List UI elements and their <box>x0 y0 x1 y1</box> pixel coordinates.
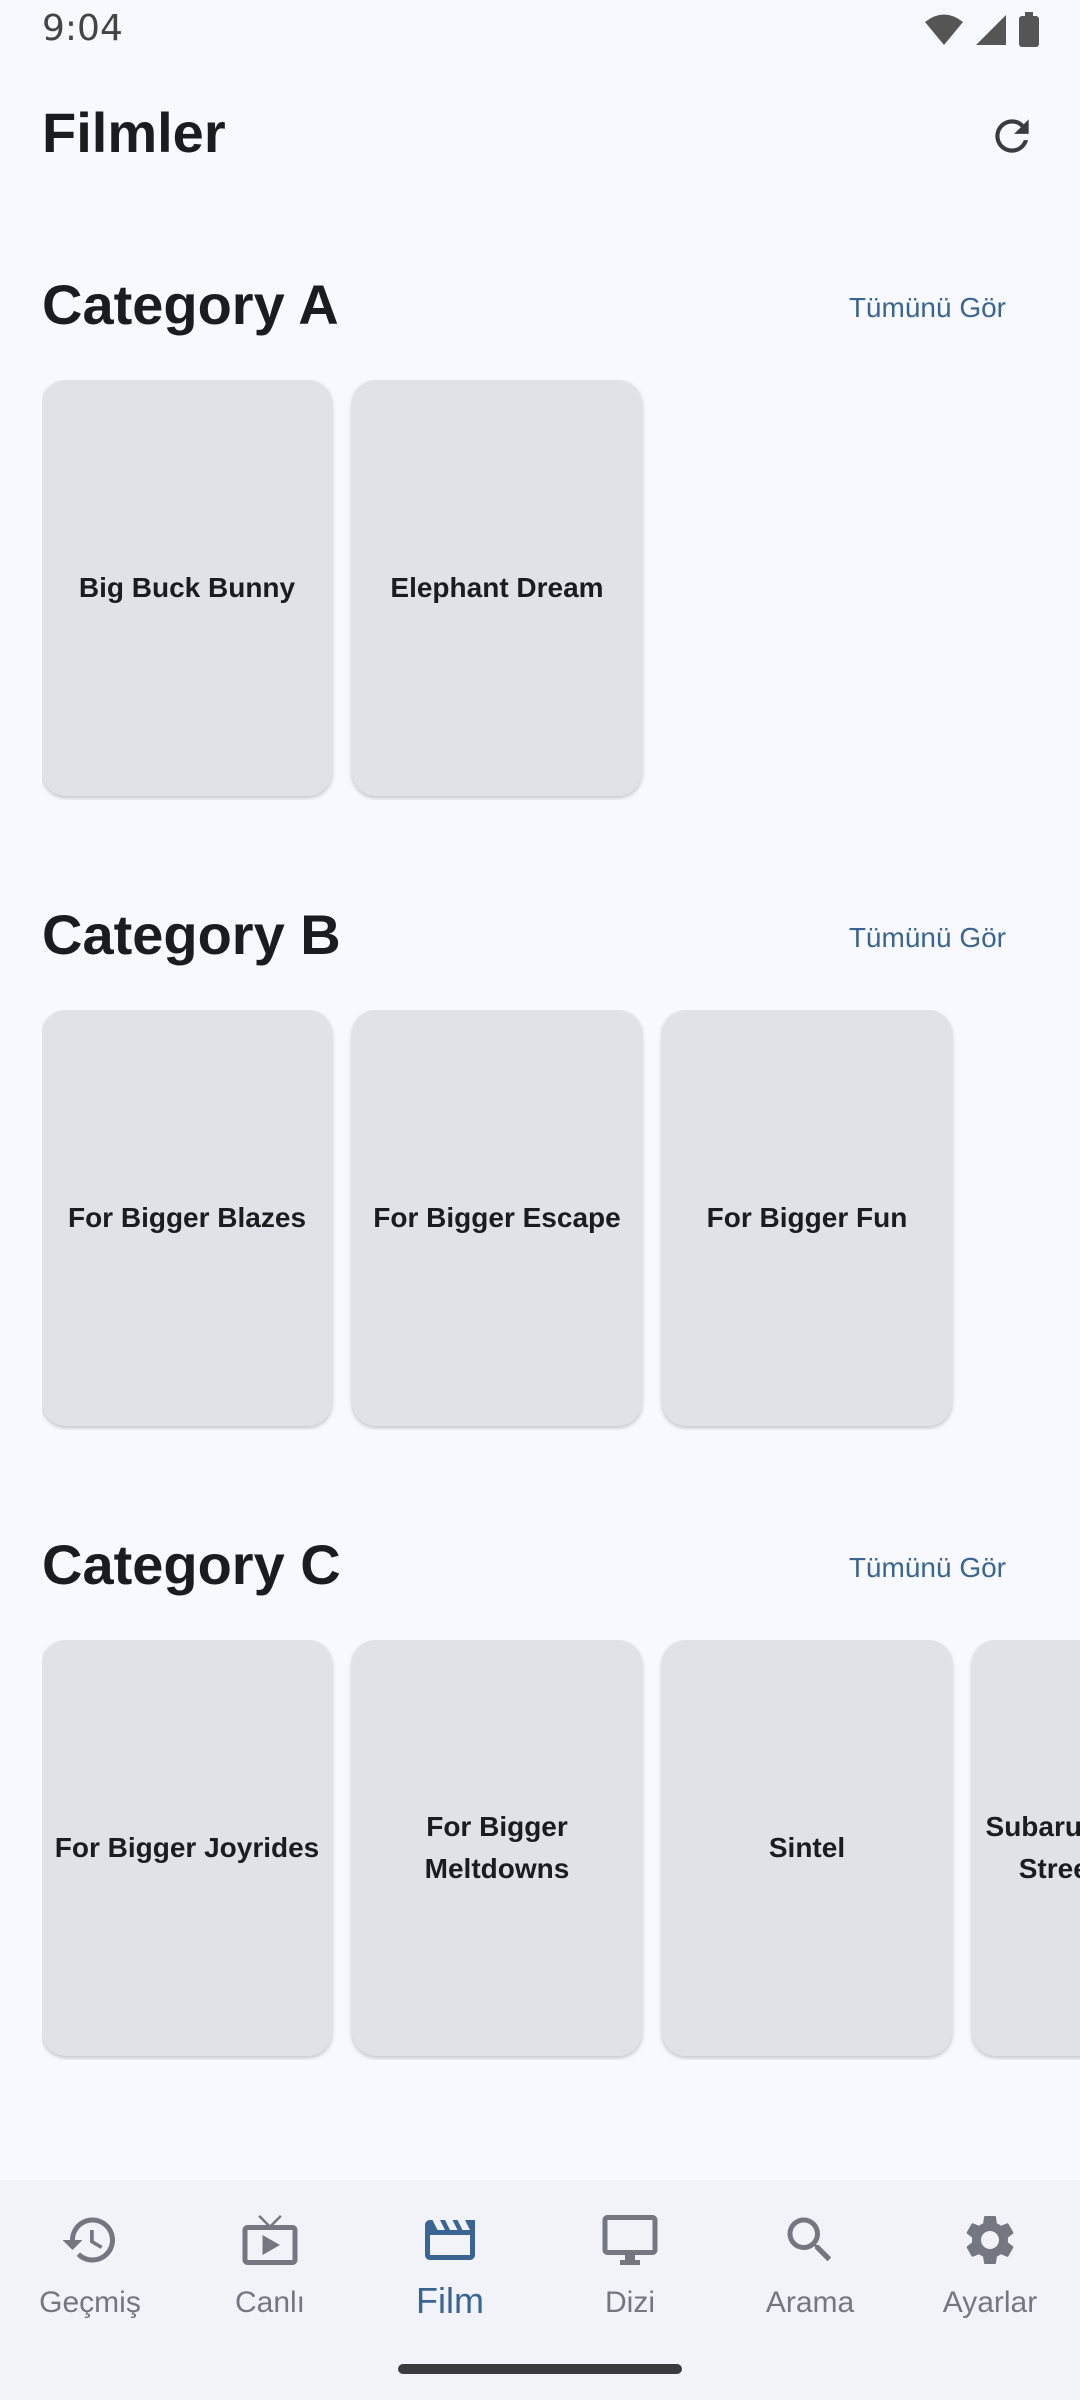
movie-card[interactable]: For Bigger Escape <box>352 1010 642 1426</box>
status-bar: 9:04 <box>0 0 1080 62</box>
category-section: Category C Tümünü Gör For Bigger Joyride… <box>0 1532 1080 2072</box>
movie-card[interactable]: Big Buck Bunny <box>42 380 332 796</box>
section-title: Category C <box>42 1533 341 1596</box>
search-icon <box>780 2210 840 2270</box>
category-section: Category A Tümünü Gör Big Buck Bunny Ele… <box>0 272 1080 812</box>
movie-icon <box>420 2210 480 2270</box>
nav-label: Geçmiş <box>39 2286 141 2319</box>
card-row: Big Buck Bunny Elephant Dream <box>42 380 1080 800</box>
nav-label: Film <box>416 2280 484 2321</box>
history-icon <box>60 2210 120 2270</box>
nav-label: Dizi <box>605 2286 655 2319</box>
movie-title: Sintel <box>768 1832 846 1863</box>
nav-item-history[interactable]: Geçmiş <box>0 2210 180 2340</box>
nav-item-live[interactable]: Canlı <box>180 2210 360 2340</box>
page-title: Filmler <box>42 101 226 164</box>
tv-icon <box>600 2210 660 2270</box>
movie-title: For Bigger Blazes <box>67 1202 307 1233</box>
movie-card[interactable]: For Bigger Meltdowns <box>352 1640 642 2056</box>
refresh-icon <box>987 111 1037 166</box>
refresh-button[interactable] <box>974 100 1050 176</box>
card-row: For Bigger Joyrides For Bigger Meltdowns… <box>42 1640 1080 2060</box>
see-all-link[interactable]: Tümünü Gör <box>849 922 1006 954</box>
movie-card[interactable]: Elephant Dream <box>352 380 642 796</box>
movie-card[interactable]: For Bigger Fun <box>662 1010 952 1426</box>
app-bar: Filmler <box>0 62 1080 210</box>
category-section: Category B Tümünü Gör For Bigger Blazes … <box>0 902 1080 1442</box>
wifi-icon <box>924 13 964 52</box>
movie-title: For Bigger Joyrides <box>54 1832 320 1863</box>
signal-icon <box>974 13 1008 52</box>
status-time: 9:04 <box>42 8 123 49</box>
movie-card[interactable]: Sintel <box>662 1640 952 2056</box>
nav-label: Arama <box>765 2286 855 2319</box>
nav-label: Ayarlar <box>942 2286 1038 2319</box>
home-indicator[interactable] <box>398 2364 682 2374</box>
nav-label: Canlı <box>234 2286 306 2319</box>
movie-title: For Bigger Fun <box>706 1202 908 1233</box>
movie-title: For Bigger Escape <box>373 1202 621 1233</box>
movie-card[interactable]: For Bigger Blazes <box>42 1010 332 1426</box>
battery-icon <box>1018 12 1040 53</box>
live-tv-icon <box>240 2210 300 2270</box>
nav-item-series[interactable]: Dizi <box>540 2210 720 2340</box>
section-title: Category A <box>42 273 339 336</box>
movie-card[interactable]: Subaru Outback On Street And Dirt <box>972 1640 1080 2056</box>
settings-icon <box>960 2210 1020 2270</box>
movie-card[interactable]: For Bigger Joyrides <box>42 1640 332 2056</box>
movie-title: For Bigger Meltdowns <box>424 1811 570 1884</box>
movie-title: Big Buck Bunny <box>78 572 296 603</box>
see-all-link[interactable]: Tümünü Gör <box>849 1552 1006 1584</box>
movie-title: Elephant Dream <box>390 572 604 603</box>
card-row: For Bigger Blazes For Bigger Escape For … <box>42 1010 1080 1430</box>
movie-title: Subaru Outback On Street And Dirt <box>985 1811 1080 1884</box>
nav-item-film[interactable]: Film <box>360 2210 540 2340</box>
section-title: Category B <box>42 903 341 966</box>
nav-item-search[interactable]: Arama <box>720 2210 900 2340</box>
nav-item-settings[interactable]: Ayarlar <box>900 2210 1080 2340</box>
status-icons <box>924 12 1040 53</box>
see-all-link[interactable]: Tümünü Gör <box>849 292 1006 324</box>
